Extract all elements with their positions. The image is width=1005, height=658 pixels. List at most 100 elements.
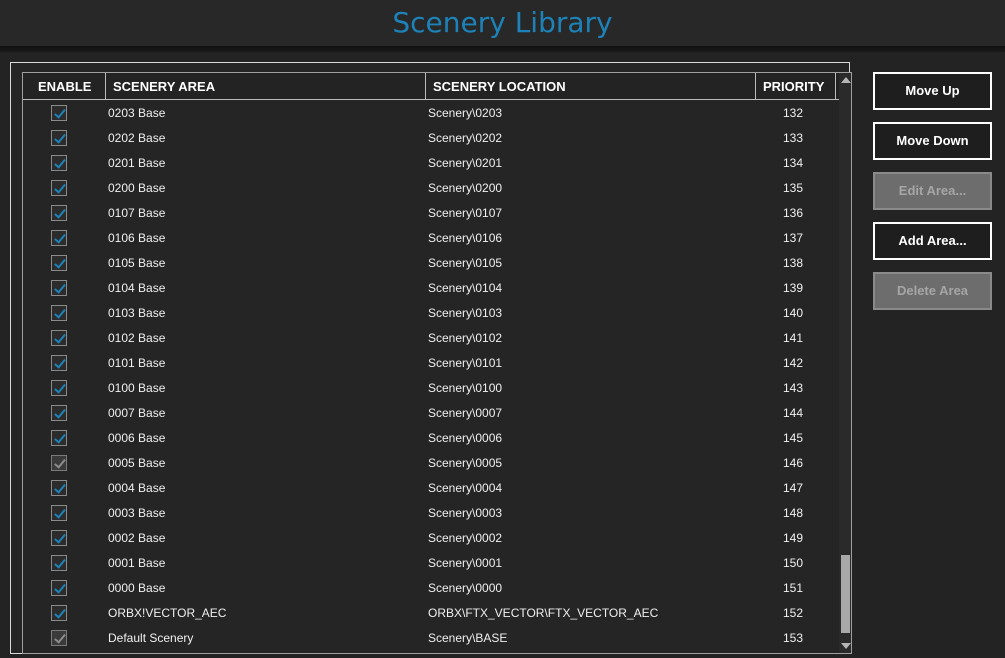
enable-checkbox[interactable] (51, 130, 67, 146)
priority-cell: 152 (783, 606, 804, 620)
priority-cell: 137 (783, 231, 804, 245)
table-row[interactable]: 0000 Base Scenery\0000 151 (23, 576, 839, 601)
table-row[interactable]: 0102 Base Scenery\0102 141 (23, 326, 839, 351)
enable-checkbox[interactable] (51, 480, 67, 496)
priority-cell: 148 (783, 506, 804, 520)
enable-checkbox[interactable] (51, 330, 67, 346)
move-up-button[interactable]: Move Up (873, 72, 992, 110)
checkmark-icon (54, 356, 66, 369)
table-row[interactable]: 0001 Base Scenery\0001 150 (23, 551, 839, 576)
scenery-location-cell: Scenery\0105 (428, 256, 503, 270)
move-down-button[interactable]: Move Down (873, 122, 992, 160)
enable-checkbox[interactable] (51, 555, 67, 571)
enable-checkbox[interactable] (51, 280, 67, 296)
enable-checkbox[interactable] (51, 430, 67, 446)
add-area-button[interactable]: Add Area... (873, 222, 992, 260)
column-divider[interactable] (835, 73, 836, 100)
priority-cell: 136 (783, 206, 804, 220)
checkmark-icon (54, 456, 66, 469)
enable-checkbox[interactable] (51, 205, 67, 221)
scenery-location-cell: Scenery\0100 (428, 381, 503, 395)
enable-checkbox[interactable] (51, 380, 67, 396)
scenery-area-cell: 0105 Base (108, 256, 166, 270)
checkmark-icon (54, 631, 66, 644)
scenery-location-cell: Scenery\0200 (428, 181, 503, 195)
checkmark-icon (54, 156, 66, 169)
enable-checkbox[interactable] (51, 105, 67, 121)
scenery-location-cell: Scenery\0202 (428, 131, 503, 145)
scrollbar-thumb[interactable] (841, 555, 850, 633)
scenery-location-cell: Scenery\0004 (428, 481, 503, 495)
edit-area-button[interactable]: Edit Area... (873, 172, 992, 210)
enable-checkbox[interactable] (51, 355, 67, 371)
enable-checkbox[interactable] (51, 255, 67, 271)
table-row[interactable]: 0201 Base Scenery\0201 134 (23, 151, 839, 176)
checkmark-icon (54, 531, 66, 544)
scenery-location-cell: Scenery\0102 (428, 331, 503, 345)
delete-area-button[interactable]: Delete Area (873, 272, 992, 310)
checkmark-icon (54, 106, 66, 119)
priority-cell: 151 (783, 581, 804, 595)
checkmark-icon (54, 306, 66, 319)
scenery-area-cell: 0000 Base (108, 581, 166, 595)
checkmark-icon (54, 231, 66, 244)
enable-checkbox[interactable] (51, 155, 67, 171)
table-row[interactable]: 0006 Base Scenery\0006 145 (23, 426, 839, 451)
scenery-location-cell: Scenery\0002 (428, 531, 503, 545)
table-row[interactable]: 0005 Base Scenery\0005 146 (23, 451, 839, 476)
priority-cell: 135 (783, 181, 804, 195)
enable-checkbox[interactable] (51, 405, 67, 421)
scenery-area-cell: 0107 Base (108, 206, 166, 220)
table-row[interactable]: 0007 Base Scenery\0007 144 (23, 401, 839, 426)
table-row[interactable]: 0107 Base Scenery\0107 136 (23, 201, 839, 226)
column-header-enable[interactable]: ENABLE (31, 73, 106, 100)
table-row[interactable]: 0103 Base Scenery\0103 140 (23, 301, 839, 326)
table-row[interactable]: 0101 Base Scenery\0101 142 (23, 351, 839, 376)
column-header-priority[interactable]: PRIORITY (756, 73, 836, 100)
priority-cell: 133 (783, 131, 804, 145)
priority-cell: 138 (783, 256, 804, 270)
enable-checkbox[interactable] (51, 305, 67, 321)
enable-checkbox[interactable] (51, 630, 67, 646)
column-header-scenery-location[interactable]: SCENERY LOCATION (426, 73, 754, 100)
table-row[interactable]: 0003 Base Scenery\0003 148 (23, 501, 839, 526)
table-row[interactable]: ORBX!VECTOR_AEC ORBX\FTX_VECTOR\FTX_VECTO… (23, 601, 839, 626)
scenery-location-cell: Scenery\0203 (428, 106, 503, 120)
enable-checkbox[interactable] (51, 455, 67, 471)
checkmark-icon (54, 431, 66, 444)
table-row[interactable]: 0105 Base Scenery\0105 138 (23, 251, 839, 276)
scenery-area-cell: 0005 Base (108, 456, 166, 470)
table-row[interactable]: 0104 Base Scenery\0104 139 (23, 276, 839, 301)
vertical-scrollbar[interactable] (839, 73, 851, 653)
priority-cell: 143 (783, 381, 804, 395)
scenery-area-cell: 0006 Base (108, 431, 166, 445)
table-row[interactable]: Default Scenery Scenery\BASE 153 (23, 626, 839, 651)
checkmark-icon (54, 331, 66, 344)
table-row[interactable]: 0106 Base Scenery\0106 137 (23, 226, 839, 251)
table-row[interactable]: 0002 Base Scenery\0002 149 (23, 526, 839, 551)
scroll-up-arrow-icon[interactable] (841, 77, 851, 83)
scroll-down-arrow-icon[interactable] (841, 643, 851, 649)
scenery-location-cell: Scenery\0005 (428, 456, 503, 470)
priority-cell: 153 (783, 631, 804, 645)
table-row[interactable]: 0004 Base Scenery\0004 147 (23, 476, 839, 501)
scenery-location-cell: Scenery\0001 (428, 556, 503, 570)
enable-checkbox[interactable] (51, 230, 67, 246)
enable-checkbox[interactable] (51, 580, 67, 596)
enable-checkbox[interactable] (51, 180, 67, 196)
window-title: Scenery Library (392, 6, 613, 39)
table-row[interactable]: 0203 Base Scenery\0203 132 (23, 101, 839, 126)
scenery-location-cell: Scenery\0104 (428, 281, 503, 295)
enable-checkbox[interactable] (51, 605, 67, 621)
table-row[interactable]: 0200 Base Scenery\0200 135 (23, 176, 839, 201)
priority-cell: 150 (783, 556, 804, 570)
scenery-location-cell: Scenery\0103 (428, 306, 503, 320)
priority-cell: 140 (783, 306, 804, 320)
enable-checkbox[interactable] (51, 530, 67, 546)
table-row[interactable]: 0100 Base Scenery\0100 143 (23, 376, 839, 401)
scenery-location-cell: Scenery\0003 (428, 506, 503, 520)
column-header-scenery-area[interactable]: SCENERY AREA (106, 73, 424, 100)
table-row[interactable]: 0202 Base Scenery\0202 133 (23, 126, 839, 151)
scenery-area-cell: 0106 Base (108, 231, 166, 245)
enable-checkbox[interactable] (51, 505, 67, 521)
